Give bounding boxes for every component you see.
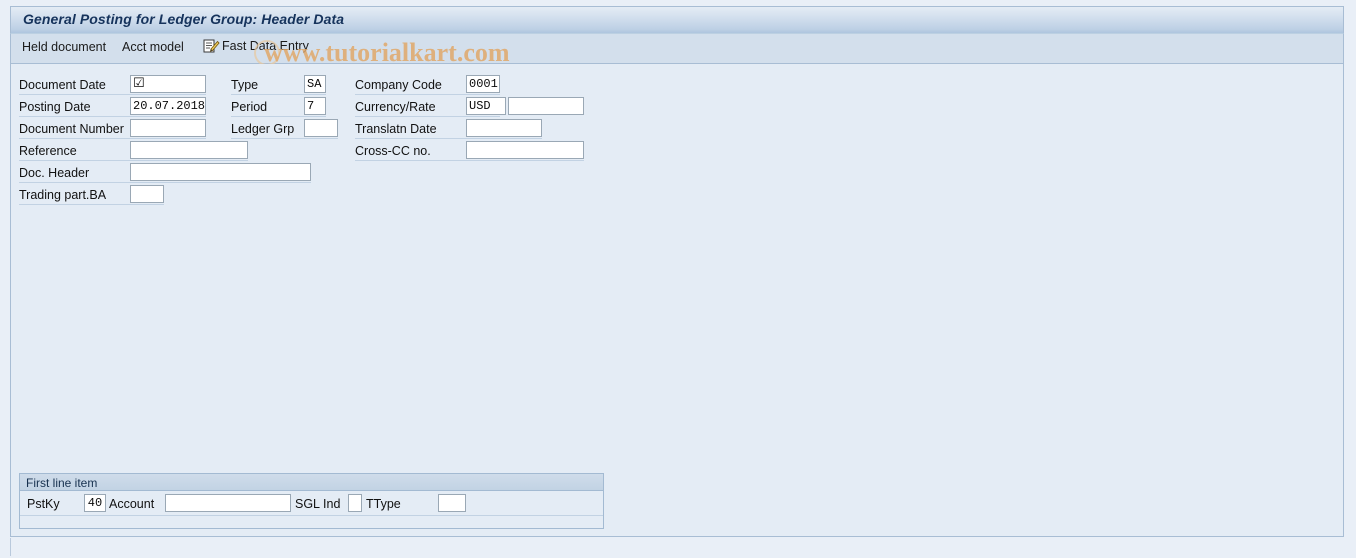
held-document-button[interactable]: Held document: [22, 40, 106, 54]
ledger-grp-label: Ledger Grp: [231, 122, 295, 136]
period-input[interactable]: 7: [304, 97, 326, 115]
fast-data-entry-button[interactable]: Fast Data Entry: [203, 38, 309, 54]
first-line-item-title: First line item: [26, 476, 98, 490]
trading-part-ba-input[interactable]: [130, 185, 164, 203]
cross-cc-no-input[interactable]: [466, 141, 584, 159]
document-number-label: Document Number: [19, 122, 124, 136]
first-line-item-group: First line item PstKy 40 Account SGL Ind…: [19, 473, 604, 529]
row-separator: [19, 138, 206, 139]
sap-application-window: General Posting for Ledger Group: Header…: [0, 0, 1356, 558]
account-label: Account: [109, 497, 155, 511]
trading-part-ba-label: Trading part.BA: [19, 188, 107, 202]
pstky-label: PstKy: [27, 497, 60, 511]
type-input[interactable]: SA: [304, 75, 326, 93]
period-label: Period: [231, 100, 268, 114]
row-separator: [231, 116, 326, 117]
document-date-label: Document Date: [19, 78, 106, 92]
first-line-item-group-header: First line item: [20, 474, 603, 491]
page-title: General Posting for Ledger Group: Header…: [23, 11, 345, 27]
status-bar: [10, 538, 1345, 556]
first-line-item-fields-row: PstKy 40 Account SGL Ind TType: [20, 491, 603, 516]
row-separator: [231, 138, 338, 139]
translatn-date-label: Translatn Date: [355, 122, 437, 136]
row-separator: [355, 94, 500, 95]
pstky-input[interactable]: 40: [84, 494, 106, 512]
row-separator: [19, 94, 206, 95]
cross-cc-no-label: Cross-CC no.: [355, 144, 431, 158]
acct-model-button[interactable]: Acct model: [122, 40, 184, 54]
row-separator: [19, 160, 248, 161]
sgl-ind-input[interactable]: [348, 494, 362, 512]
doc-header-input[interactable]: [130, 163, 311, 181]
company-code-label: Company Code: [355, 78, 442, 92]
first-line-item-row-separator: [20, 515, 603, 516]
row-separator: [355, 116, 500, 117]
document-number-input[interactable]: [130, 119, 206, 137]
reference-label: Reference: [19, 144, 77, 158]
currency-input[interactable]: USD: [466, 97, 506, 115]
row-separator: [19, 182, 311, 183]
doc-header-label: Doc. Header: [19, 166, 90, 180]
row-separator: [355, 138, 542, 139]
reference-input[interactable]: [130, 141, 248, 159]
application-toolbar: Held document Acct model Fast Data Entry: [10, 33, 1344, 64]
type-label: Type: [231, 78, 259, 92]
row-separator: [231, 94, 326, 95]
posting-date-label: Posting Date: [19, 100, 91, 114]
main-content-panel: Document Date ☑ Type SA Company Code 000…: [10, 64, 1344, 537]
rate-input[interactable]: [508, 97, 584, 115]
note-pencil-icon: [203, 38, 220, 54]
ledger-grp-input[interactable]: [304, 119, 338, 137]
ttype-input[interactable]: [438, 494, 466, 512]
currency-rate-label: Currency/Rate: [355, 100, 436, 114]
row-separator: [19, 116, 206, 117]
sgl-ind-label: SGL Ind: [295, 497, 341, 511]
window-title-bar: General Posting for Ledger Group: Header…: [10, 6, 1344, 33]
company-code-input[interactable]: 0001: [466, 75, 500, 93]
document-date-input[interactable]: ☑: [130, 75, 206, 93]
account-input[interactable]: [165, 494, 291, 512]
fast-data-entry-label: Fast Data Entry: [222, 39, 309, 53]
row-separator: [355, 160, 584, 161]
translatn-date-input[interactable]: [466, 119, 542, 137]
ttype-label: TType: [366, 497, 401, 511]
row-separator: [19, 204, 164, 205]
posting-date-input[interactable]: 20.07.2018: [130, 97, 206, 115]
